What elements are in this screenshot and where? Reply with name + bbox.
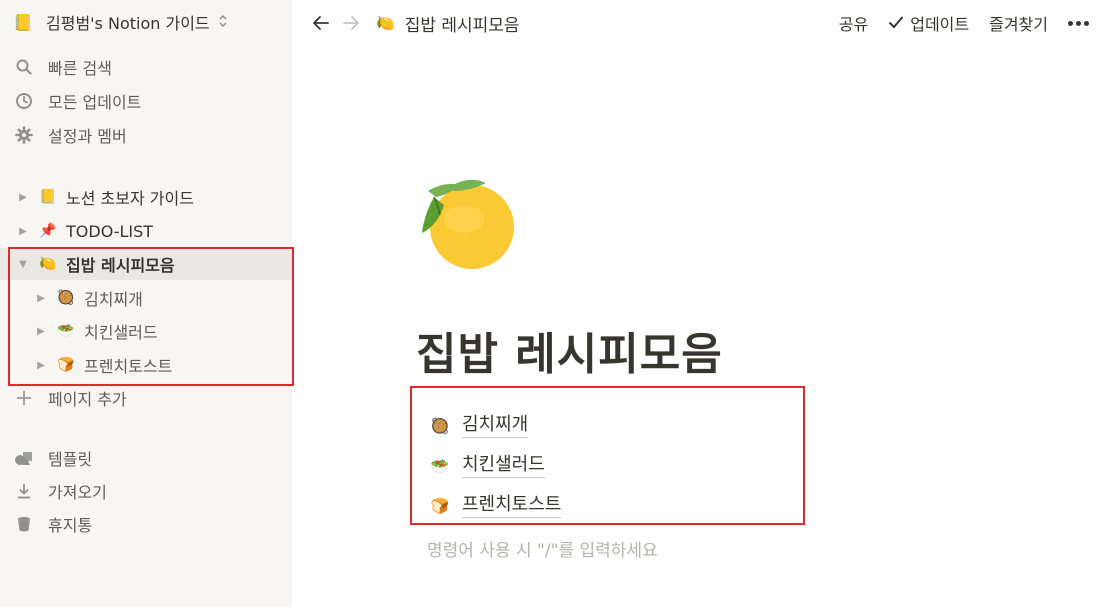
lemon-icon[interactable]	[414, 175, 516, 273]
pushpin-icon: 📌	[39, 223, 57, 239]
topbar-actions: 공유 업데이트 즐겨찾기	[839, 8, 1089, 38]
subpage-label: 치킨샐러드	[462, 454, 545, 478]
bread-icon: 🍞	[57, 357, 75, 373]
share-button[interactable]: 공유	[839, 11, 868, 35]
breadcrumb-page-title: 집밥 레시피모음	[404, 15, 520, 36]
templates-button[interactable]: 템플릿	[0, 443, 292, 473]
search-icon	[14, 57, 34, 77]
add-page-label: 페이지 추가	[48, 390, 127, 409]
import-button[interactable]: 가져오기	[0, 476, 292, 506]
subpage-link-french-toast[interactable]: 🍞 프렌치토스트	[430, 491, 562, 521]
clock-icon	[14, 91, 34, 111]
trash-icon	[14, 514, 34, 534]
download-icon	[14, 481, 34, 501]
forward-arrow-icon[interactable]	[339, 11, 363, 35]
sidebar-item-home-recipes[interactable]: ▼ 🍋 집밥 레시피모음	[0, 248, 292, 280]
expand-triangle-icon[interactable]: ▶	[34, 358, 48, 372]
gear-icon	[14, 125, 34, 145]
bread-icon: 🍞	[430, 497, 450, 515]
check-icon	[888, 14, 904, 33]
settings-members-label: 설정과 멤버	[48, 127, 127, 146]
sidebar-item-todo-list[interactable]: ▶ 📌 TODO-LIST	[0, 215, 292, 247]
expand-triangle-icon[interactable]: ▶	[34, 291, 48, 305]
workspace-switcher[interactable]: 📒 김평범's Notion 가이드	[12, 9, 228, 35]
trash-button[interactable]: 휴지통	[0, 509, 292, 539]
updates-label: 업데이트	[910, 15, 970, 34]
collapse-triangle-icon[interactable]: ▼	[16, 257, 30, 271]
salad-icon: 🥗	[430, 457, 450, 475]
favorite-button[interactable]: 즐겨찾기	[989, 11, 1048, 35]
more-options-icon[interactable]	[1068, 20, 1089, 26]
sidebar-item-label: 집밥 레시피모음	[66, 256, 175, 275]
lemon-icon: 🍋	[39, 256, 57, 272]
stew-icon: 🥘	[57, 290, 75, 306]
stew-icon: 🥘	[430, 417, 450, 435]
topbar: 🍋 집밥 레시피모음 공유 업데이트 즐겨찾기	[292, 0, 1101, 46]
all-updates-button[interactable]: 모든 업데이트	[0, 86, 292, 116]
empty-block-placeholder[interactable]: 명령어 사용 시 "/"를 입력하세요	[427, 536, 658, 561]
add-page-button[interactable]: 페이지 추가	[0, 383, 292, 413]
sidebar-item-label: 김치찌개	[84, 290, 143, 309]
sidebar-item-label: TODO-LIST	[66, 221, 154, 241]
subpage-link-kimchi-stew[interactable]: 🥘 김치찌개	[430, 411, 529, 441]
plus-icon	[14, 388, 34, 408]
workspace-name: 김평범's Notion 가이드	[46, 14, 210, 33]
import-label: 가져오기	[48, 483, 107, 502]
subpage-label: 프렌치토스트	[462, 494, 562, 518]
trash-label: 휴지통	[48, 516, 93, 535]
sidebar-item-label: 치킨샐러드	[84, 323, 158, 342]
back-arrow-icon[interactable]	[309, 11, 333, 35]
subpage-label: 김치찌개	[462, 414, 529, 438]
quick-search-label: 빠른 검색	[48, 59, 112, 78]
sidebar-item-kimchi-stew[interactable]: ▶ 🥘 김치찌개	[0, 282, 292, 314]
lemon-icon: 🍋	[376, 14, 395, 32]
expand-triangle-icon[interactable]: ▶	[16, 224, 30, 238]
salad-icon: 🥗	[57, 323, 75, 339]
updates-button[interactable]: 업데이트	[888, 11, 969, 35]
templates-label: 템플릿	[48, 450, 93, 469]
breadcrumb[interactable]: 🍋 집밥 레시피모음	[376, 11, 520, 36]
sidebar: 📒 김평범's Notion 가이드 빠른 검색 모든 업데이트 설정과 멤버 …	[0, 0, 294, 607]
settings-members-button[interactable]: 설정과 멤버	[0, 120, 292, 150]
subpage-link-chicken-salad[interactable]: 🥗 치킨샐러드	[430, 451, 545, 481]
template-icon	[14, 448, 34, 468]
notebook-icon: 📒	[39, 189, 57, 205]
notebook-icon: 📒	[13, 12, 33, 32]
quick-search-button[interactable]: 빠른 검색	[0, 52, 292, 82]
page-title[interactable]: 집밥 레시피모음	[416, 318, 723, 382]
expand-triangle-icon[interactable]: ▶	[34, 324, 48, 338]
sidebar-item-french-toast[interactable]: ▶ 🍞 프렌치토스트	[0, 349, 292, 381]
sidebar-item-label: 프렌치토스트	[84, 357, 173, 376]
sidebar-item-label: 노션 초보자 가이드	[66, 189, 194, 208]
chevron-updown-icon	[218, 14, 228, 31]
sidebar-item-chicken-salad[interactable]: ▶ 🥗 치킨샐러드	[0, 315, 292, 347]
all-updates-label: 모든 업데이트	[48, 93, 142, 112]
expand-triangle-icon[interactable]: ▶	[16, 190, 30, 204]
sidebar-item-beginner-guide[interactable]: ▶ 📒 노션 초보자 가이드	[0, 181, 292, 213]
